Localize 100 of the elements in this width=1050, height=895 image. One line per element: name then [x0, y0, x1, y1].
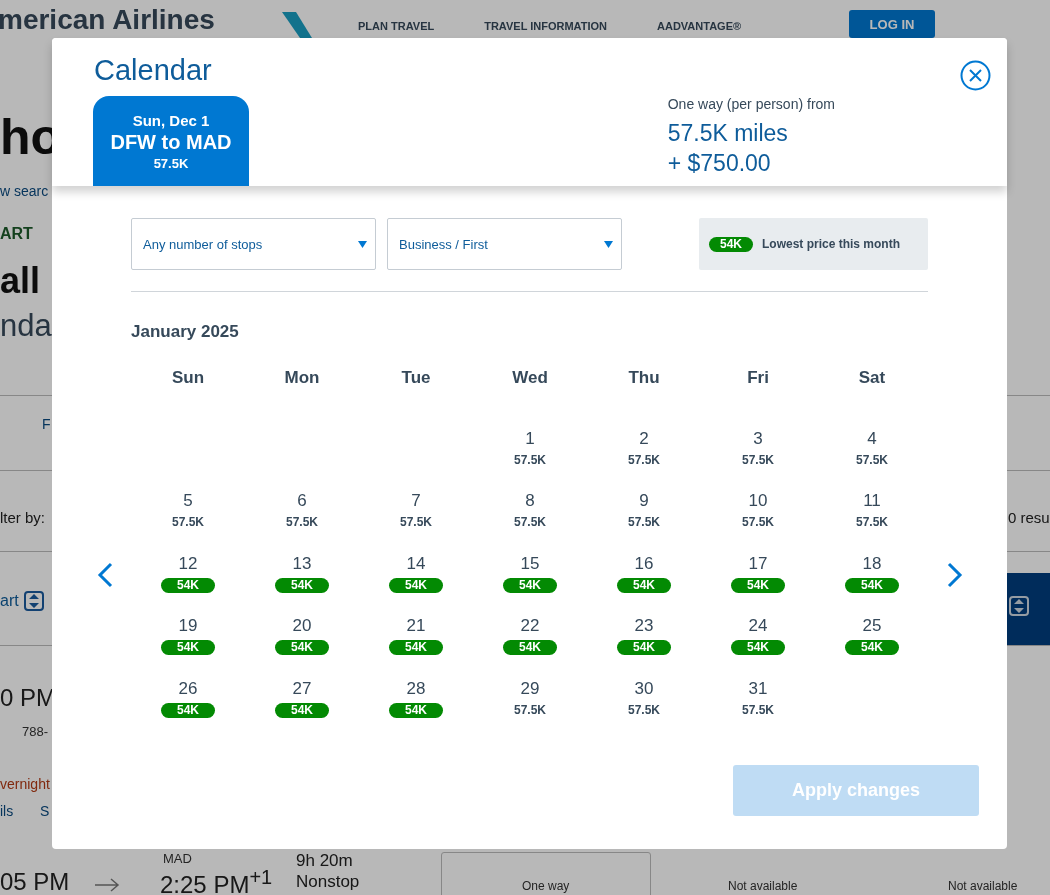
- logo-text: merican Airlines: [0, 4, 215, 36]
- day-number[interactable]: 15: [520, 553, 540, 574]
- price-badge: 54K: [389, 702, 443, 718]
- day-price: 57.5K: [286, 515, 318, 529]
- page-small-text: 788-: [22, 724, 49, 739]
- day-number[interactable]: 4: [867, 428, 877, 449]
- day-number[interactable]: 25: [862, 616, 882, 636]
- price-badge: 54K: [161, 640, 215, 655]
- login-button[interactable]: LOG IN: [849, 10, 935, 38]
- day-number[interactable]: 29: [520, 678, 540, 699]
- nav-link[interactable]: TRAVEL INFORMATION: [484, 20, 607, 32]
- page-city-text: all: [0, 260, 41, 302]
- price-badge: 54K: [389, 577, 443, 593]
- legend-text: Lowest price this month: [762, 237, 900, 251]
- day-number[interactable]: 20: [292, 616, 312, 636]
- page-link-text[interactable]: S: [40, 803, 50, 819]
- price-badge: 54K: [503, 577, 557, 593]
- date-tab[interactable]: Sun, Dec 1 DFW to MAD 57.5K: [93, 96, 249, 186]
- day-number[interactable]: 6: [297, 491, 307, 511]
- page-subcity-text: nda: [0, 308, 52, 344]
- day-price: 57.5K: [742, 515, 774, 529]
- day-number[interactable]: 10: [748, 491, 768, 511]
- day-number[interactable]: 18: [862, 553, 882, 574]
- day-number[interactable]: 12: [178, 553, 198, 574]
- day-price: 57.5K: [856, 515, 888, 529]
- price-badge: 54K: [617, 577, 671, 593]
- close-icon[interactable]: [960, 60, 991, 91]
- nav-link[interactable]: PLAN TRAVEL: [358, 20, 435, 32]
- caret-icon: [604, 240, 613, 248]
- page-tag-text: ART: [0, 225, 33, 243]
- day-price: 57.5K: [172, 515, 204, 529]
- page-duration-text: Nonstop: [296, 872, 360, 892]
- page-time-text: 2:25 PM$^{+1}$: [160, 866, 273, 895]
- page-warning-text: vernight: [0, 776, 50, 792]
- day-price: 57.5K: [514, 452, 546, 467]
- page-plain-text: 0 resu: [1008, 509, 1050, 526]
- weekday-label: Mon: [283, 367, 321, 388]
- page-link-text[interactable]: F: [42, 416, 51, 432]
- cash-price: + $750.00: [667, 149, 772, 178]
- price-badge: 54K: [731, 640, 785, 655]
- tail-fin-icon: [282, 12, 312, 38]
- price-badge: 54K: [275, 640, 329, 655]
- fare-label: One way (per person) from: [667, 96, 835, 112]
- day-price: 57.5K: [628, 702, 660, 717]
- page-link-text[interactable]: ils: [0, 803, 14, 819]
- page-sort-text: art: [0, 592, 19, 610]
- day-price: 57.5K: [628, 452, 660, 467]
- day-number[interactable]: 24: [748, 616, 768, 636]
- day-number[interactable]: 7: [411, 491, 421, 511]
- price-badge: 54K: [503, 640, 557, 655]
- chevron-left-icon[interactable]: [97, 561, 113, 588]
- day-price: 57.5K: [742, 452, 774, 467]
- day-number[interactable]: 19: [178, 616, 198, 636]
- filter-dropdown[interactable]: Any number of stops: [131, 218, 376, 270]
- dialog-title: Calendar: [94, 56, 213, 85]
- sort-icon[interactable]: [24, 591, 44, 611]
- price-badge: 54K: [389, 640, 443, 655]
- day-number[interactable]: 14: [406, 553, 426, 574]
- day-number[interactable]: 5: [183, 491, 193, 511]
- day-number[interactable]: 30: [634, 678, 654, 699]
- page-fare-text: Not available: [948, 879, 1018, 893]
- day-number[interactable]: 17: [748, 553, 768, 574]
- filter-dropdown[interactable]: Business / First: [387, 218, 622, 270]
- day-price: 57.5K: [514, 515, 546, 529]
- chevron-right-icon[interactable]: [947, 561, 963, 588]
- day-number[interactable]: 3: [753, 428, 763, 449]
- nav-link[interactable]: AADVANTAGE®: [657, 20, 742, 32]
- month-title: January 2025: [131, 322, 240, 342]
- page-duration-text: 9h 20m: [296, 851, 353, 871]
- miles-price: 57.5K miles: [667, 119, 789, 148]
- caret-icon: [358, 240, 367, 248]
- day-number[interactable]: 2: [639, 428, 649, 449]
- day-number[interactable]: 11: [863, 491, 881, 511]
- day-number[interactable]: 27: [292, 678, 312, 699]
- weekday-label: Sun: [170, 367, 206, 388]
- page-time-text: 05 PM: [0, 868, 70, 895]
- day-number[interactable]: 22: [520, 616, 540, 636]
- day-price: 57.5K: [856, 452, 888, 467]
- weekday-label: Wed: [511, 367, 549, 388]
- day-number[interactable]: 8: [525, 491, 535, 511]
- day-number[interactable]: 28: [406, 678, 426, 699]
- page-link-text[interactable]: w searc: [0, 183, 49, 199]
- price-badge: 54K: [161, 702, 215, 718]
- page-fare-text: Not available: [728, 879, 798, 893]
- day-number[interactable]: 1: [525, 428, 535, 449]
- day-number[interactable]: 13: [292, 553, 312, 574]
- price-badge: 54K: [275, 702, 329, 718]
- price-badge: 54K: [731, 577, 785, 593]
- weekday-label: Sat: [857, 367, 887, 388]
- day-price: 57.5K: [514, 702, 546, 717]
- day-number[interactable]: 21: [406, 616, 426, 636]
- price-badge: 54K: [845, 640, 899, 655]
- day-number[interactable]: 26: [178, 678, 198, 699]
- day-number[interactable]: 16: [634, 553, 654, 574]
- day-number[interactable]: 31: [748, 678, 768, 699]
- weekday-label: Fri: [746, 367, 770, 388]
- page-plain-text: lter by:: [0, 509, 45, 526]
- arrow-icon: [94, 878, 120, 892]
- day-number[interactable]: 9: [639, 491, 649, 511]
- day-number[interactable]: 23: [634, 616, 654, 636]
